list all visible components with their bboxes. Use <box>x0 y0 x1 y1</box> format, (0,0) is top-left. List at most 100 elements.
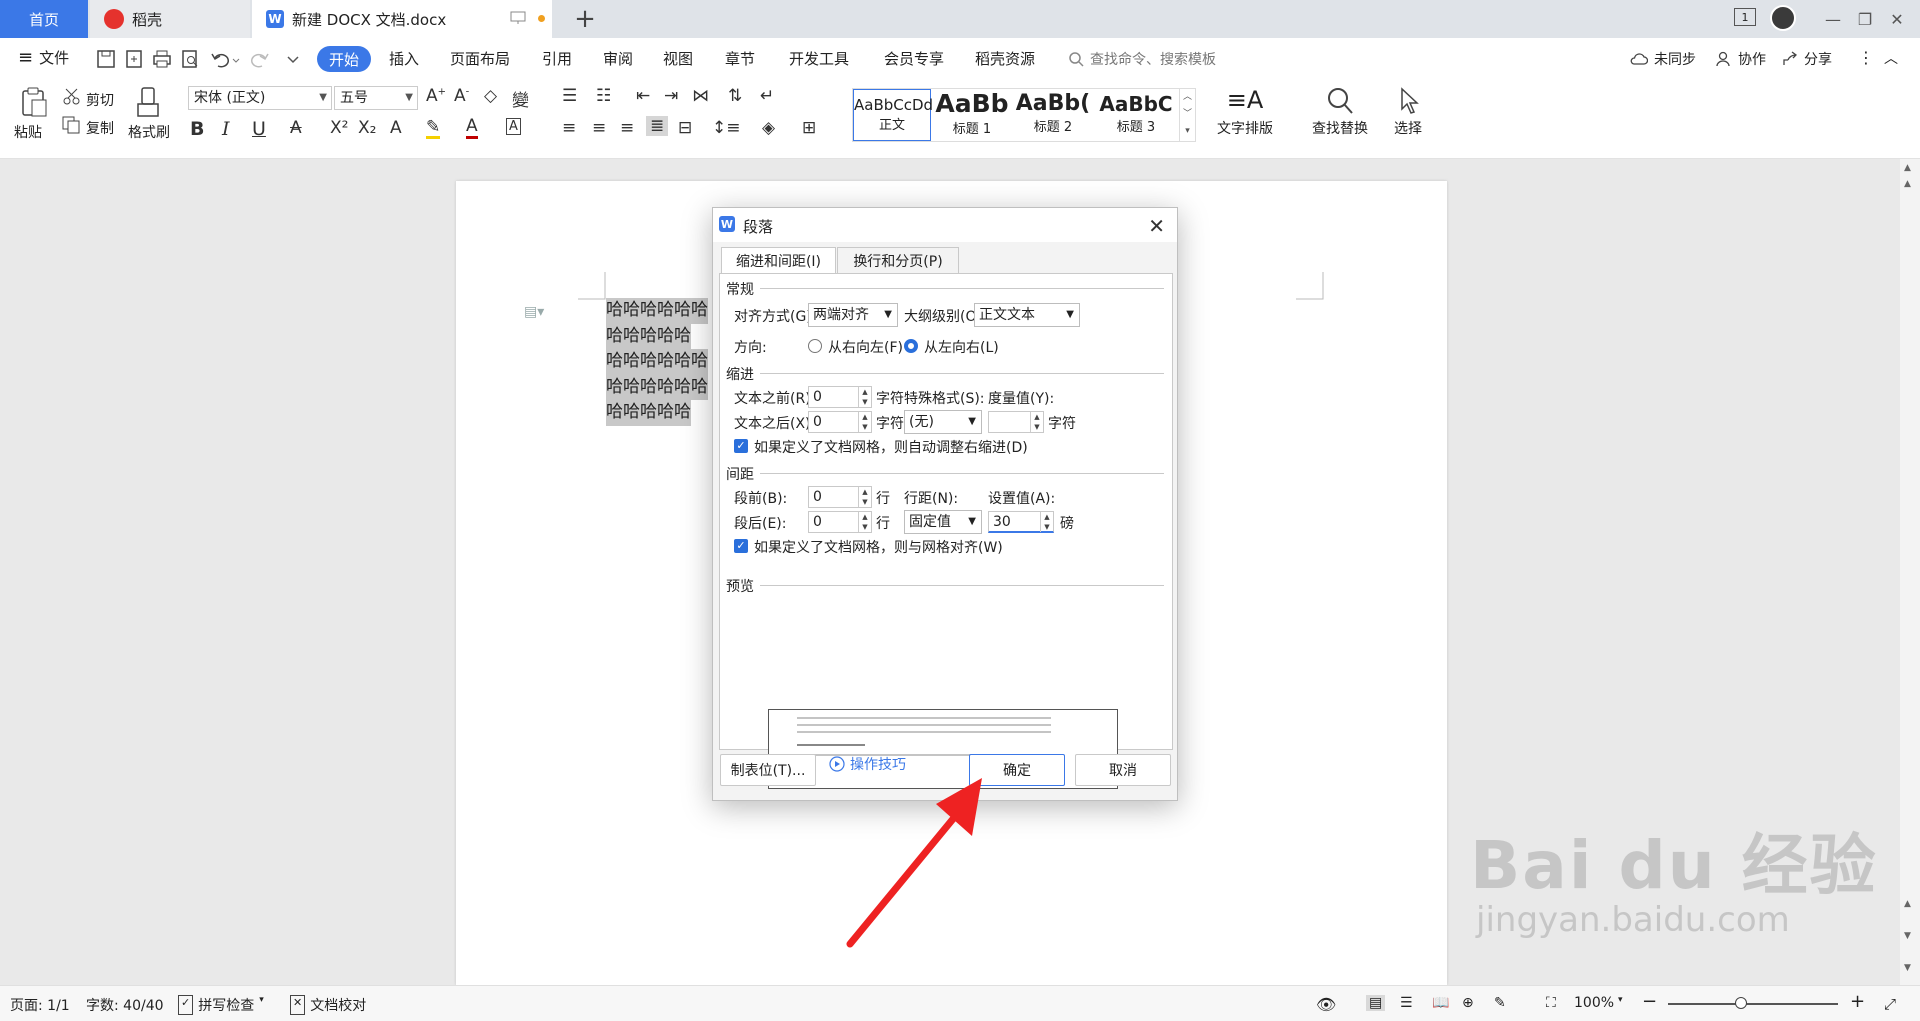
auto-indent-checkbox[interactable]: ✓ <box>734 439 748 453</box>
tab-dake[interactable]: 稻壳 <box>90 0 250 38</box>
cut-label[interactable]: 剪切 <box>86 90 114 110</box>
style-normal[interactable]: AaBbCcDd 正文 <box>853 89 933 141</box>
radio-ltr[interactable] <box>904 339 918 353</box>
space-after-input[interactable]: 0 ▲ ▼ <box>808 511 872 533</box>
distributed-icon[interactable]: ⊟ <box>678 118 692 138</box>
outline-view-icon[interactable]: ☰ <box>1400 995 1413 1011</box>
underline-icon[interactable]: U <box>252 118 266 140</box>
align-left-icon[interactable]: ≡ <box>562 118 576 138</box>
paste-icon[interactable] <box>20 86 48 118</box>
unit-char[interactable]: 字符 <box>876 388 904 408</box>
menu-references[interactable]: 引用 <box>542 48 572 69</box>
menu-start[interactable]: 开始 <box>317 46 371 72</box>
tab-indent-spacing[interactable]: 缩进和间距(I) <box>721 247 836 274</box>
tab-home[interactable]: 首页 <box>0 0 88 38</box>
style-heading-3[interactable]: AaBbC 标题 3 <box>1095 89 1177 141</box>
sync-status[interactable]: 未同步 <box>1630 49 1696 69</box>
export-pdf-icon[interactable] <box>124 49 146 71</box>
dialog-titlebar[interactable]: W 段落 ✕ <box>713 208 1177 242</box>
align-center-icon[interactable]: ≡ <box>592 118 606 138</box>
restore-icon[interactable]: ❐ <box>1852 6 1878 32</box>
collab-button[interactable]: 协作 <box>1716 49 1766 69</box>
spinner-icon[interactable]: ▲ ▼ <box>1040 512 1053 532</box>
menu-view[interactable]: 视图 <box>663 48 693 69</box>
font-size-select[interactable]: 五号 ▼ <box>334 86 418 110</box>
measure-input[interactable]: ▲ ▼ <box>988 411 1044 433</box>
zoom-select[interactable]: 100% ▾ <box>1574 995 1623 1011</box>
set-value-input[interactable]: 30 ▲ ▼ <box>988 511 1054 533</box>
close-icon[interactable]: ✕ <box>1148 214 1165 238</box>
grid-align-checkbox[interactable]: ✓ <box>734 539 748 553</box>
undo-icon[interactable] <box>210 49 240 71</box>
spinner-icon[interactable]: ▲ ▼ <box>858 487 871 507</box>
format-painter-icon[interactable] <box>136 86 160 118</box>
font-name-select[interactable]: 宋体 (正文) ▼ <box>188 86 332 110</box>
menu-section[interactable]: 章节 <box>725 48 755 69</box>
fit-page-icon[interactable]: ⛶ <box>1546 995 1556 1011</box>
scroll-down-icon[interactable]: ▼ <box>1904 963 1911 973</box>
doc-proof[interactable]: ✕ 文档校对 <box>290 995 366 1015</box>
vertical-scrollbar[interactable]: ▲ ▲ ▲ ▼ ▼ <box>1900 159 1920 985</box>
next-page-icon[interactable]: ▼ <box>1904 931 1911 941</box>
word-count[interactable]: 字数: 40/40 <box>86 995 164 1015</box>
line-spacing-select[interactable]: 固定值 ▼ <box>904 510 982 534</box>
select-button[interactable]: 选择 <box>1384 86 1432 138</box>
line-spacing-icon[interactable]: ↕≡ <box>712 118 741 138</box>
tabs-button[interactable]: 制表位(T)... <box>720 754 816 786</box>
show-marks-icon[interactable]: ↵ <box>760 86 774 106</box>
unit-line[interactable]: 行 <box>876 488 890 508</box>
style-heading-2[interactable]: AaBb( 标题 2 <box>1013 89 1093 141</box>
format-painter-label[interactable]: 格式刷 <box>128 122 170 142</box>
print-preview-icon[interactable] <box>180 49 202 71</box>
text-layout-button[interactable]: ≡A 文字排版 <box>1208 86 1282 138</box>
share-button[interactable]: 分享 <box>1782 49 1832 69</box>
spinner-icon[interactable]: ▲ ▼ <box>858 512 871 532</box>
print-icon[interactable] <box>152 49 174 71</box>
page-count[interactable]: 页面: 1/1 <box>10 995 70 1015</box>
align-right-icon[interactable]: ≡ <box>620 118 634 138</box>
scroll-up-icon[interactable]: ▲ <box>1904 163 1911 173</box>
font-color-icon[interactable]: A <box>466 116 478 139</box>
tab-line-page-break[interactable]: 换行和分页(P) <box>837 247 959 273</box>
minimize-icon[interactable]: — <box>1820 6 1846 32</box>
unit-pt[interactable]: 磅 <box>1060 513 1074 533</box>
menu-member[interactable]: 会员专享 <box>884 48 944 69</box>
decrease-indent-icon[interactable]: ⇤ <box>636 86 650 106</box>
border-icon[interactable]: ⊞ <box>802 118 816 138</box>
after-text-input[interactable]: 0 ▲ ▼ <box>808 411 872 433</box>
cancel-button[interactable]: 取消 <box>1075 754 1171 786</box>
radio-rtl[interactable] <box>808 339 822 353</box>
paste-label[interactable]: 粘贴 <box>14 122 42 142</box>
grow-font-icon[interactable]: A+ <box>426 86 446 106</box>
zoom-slider-knob[interactable] <box>1735 997 1748 1009</box>
bold-icon[interactable]: B <box>190 118 204 140</box>
menu-review[interactable]: 审阅 <box>603 48 633 69</box>
copy-icon[interactable] <box>62 116 82 134</box>
command-search[interactable]: 查找命令、搜索模板 <box>1068 49 1216 69</box>
unit-char[interactable]: 字符 <box>876 413 904 433</box>
highlight-icon[interactable]: ✎ <box>426 118 441 139</box>
avatar[interactable] <box>1770 5 1796 31</box>
page-view-icon[interactable]: ▤ <box>1366 995 1386 1011</box>
customize-toolbar-icon[interactable] <box>286 49 308 71</box>
menu-page-layout[interactable]: 页面布局 <box>450 48 510 69</box>
zoom-slider[interactable] <box>1668 997 1838 1009</box>
menu-insert[interactable]: 插入 <box>389 48 419 69</box>
special-format-select[interactable]: (无) ▼ <box>904 410 982 434</box>
new-tab-button[interactable]: + <box>570 4 600 34</box>
tab-document[interactable]: W 新建 DOCX 文档.docx <box>252 0 552 38</box>
file-menu[interactable]: ≡ 文件 <box>18 47 69 68</box>
style-gallery-scroll[interactable]: ︿ ﹀ ▾ <box>1179 89 1195 141</box>
monitor-icon[interactable] <box>510 11 526 25</box>
scroll-up-fast-icon[interactable]: ▲ <box>1904 179 1911 189</box>
increase-indent-icon[interactable]: ⇥ <box>664 86 678 106</box>
zoom-out-icon[interactable]: − <box>1642 991 1657 1012</box>
italic-icon[interactable]: I <box>222 118 230 140</box>
find-replace-button[interactable]: 查找替换 <box>1302 86 1378 138</box>
save-icon[interactable] <box>96 49 118 71</box>
menu-developer[interactable]: 开发工具 <box>789 48 849 69</box>
close-window-icon[interactable]: ✕ <box>1884 6 1910 32</box>
shading-icon[interactable]: ◈ <box>762 118 775 138</box>
align-justify-icon[interactable]: ≣ <box>646 116 669 136</box>
text-effect-icon[interactable]: A <box>390 118 402 138</box>
